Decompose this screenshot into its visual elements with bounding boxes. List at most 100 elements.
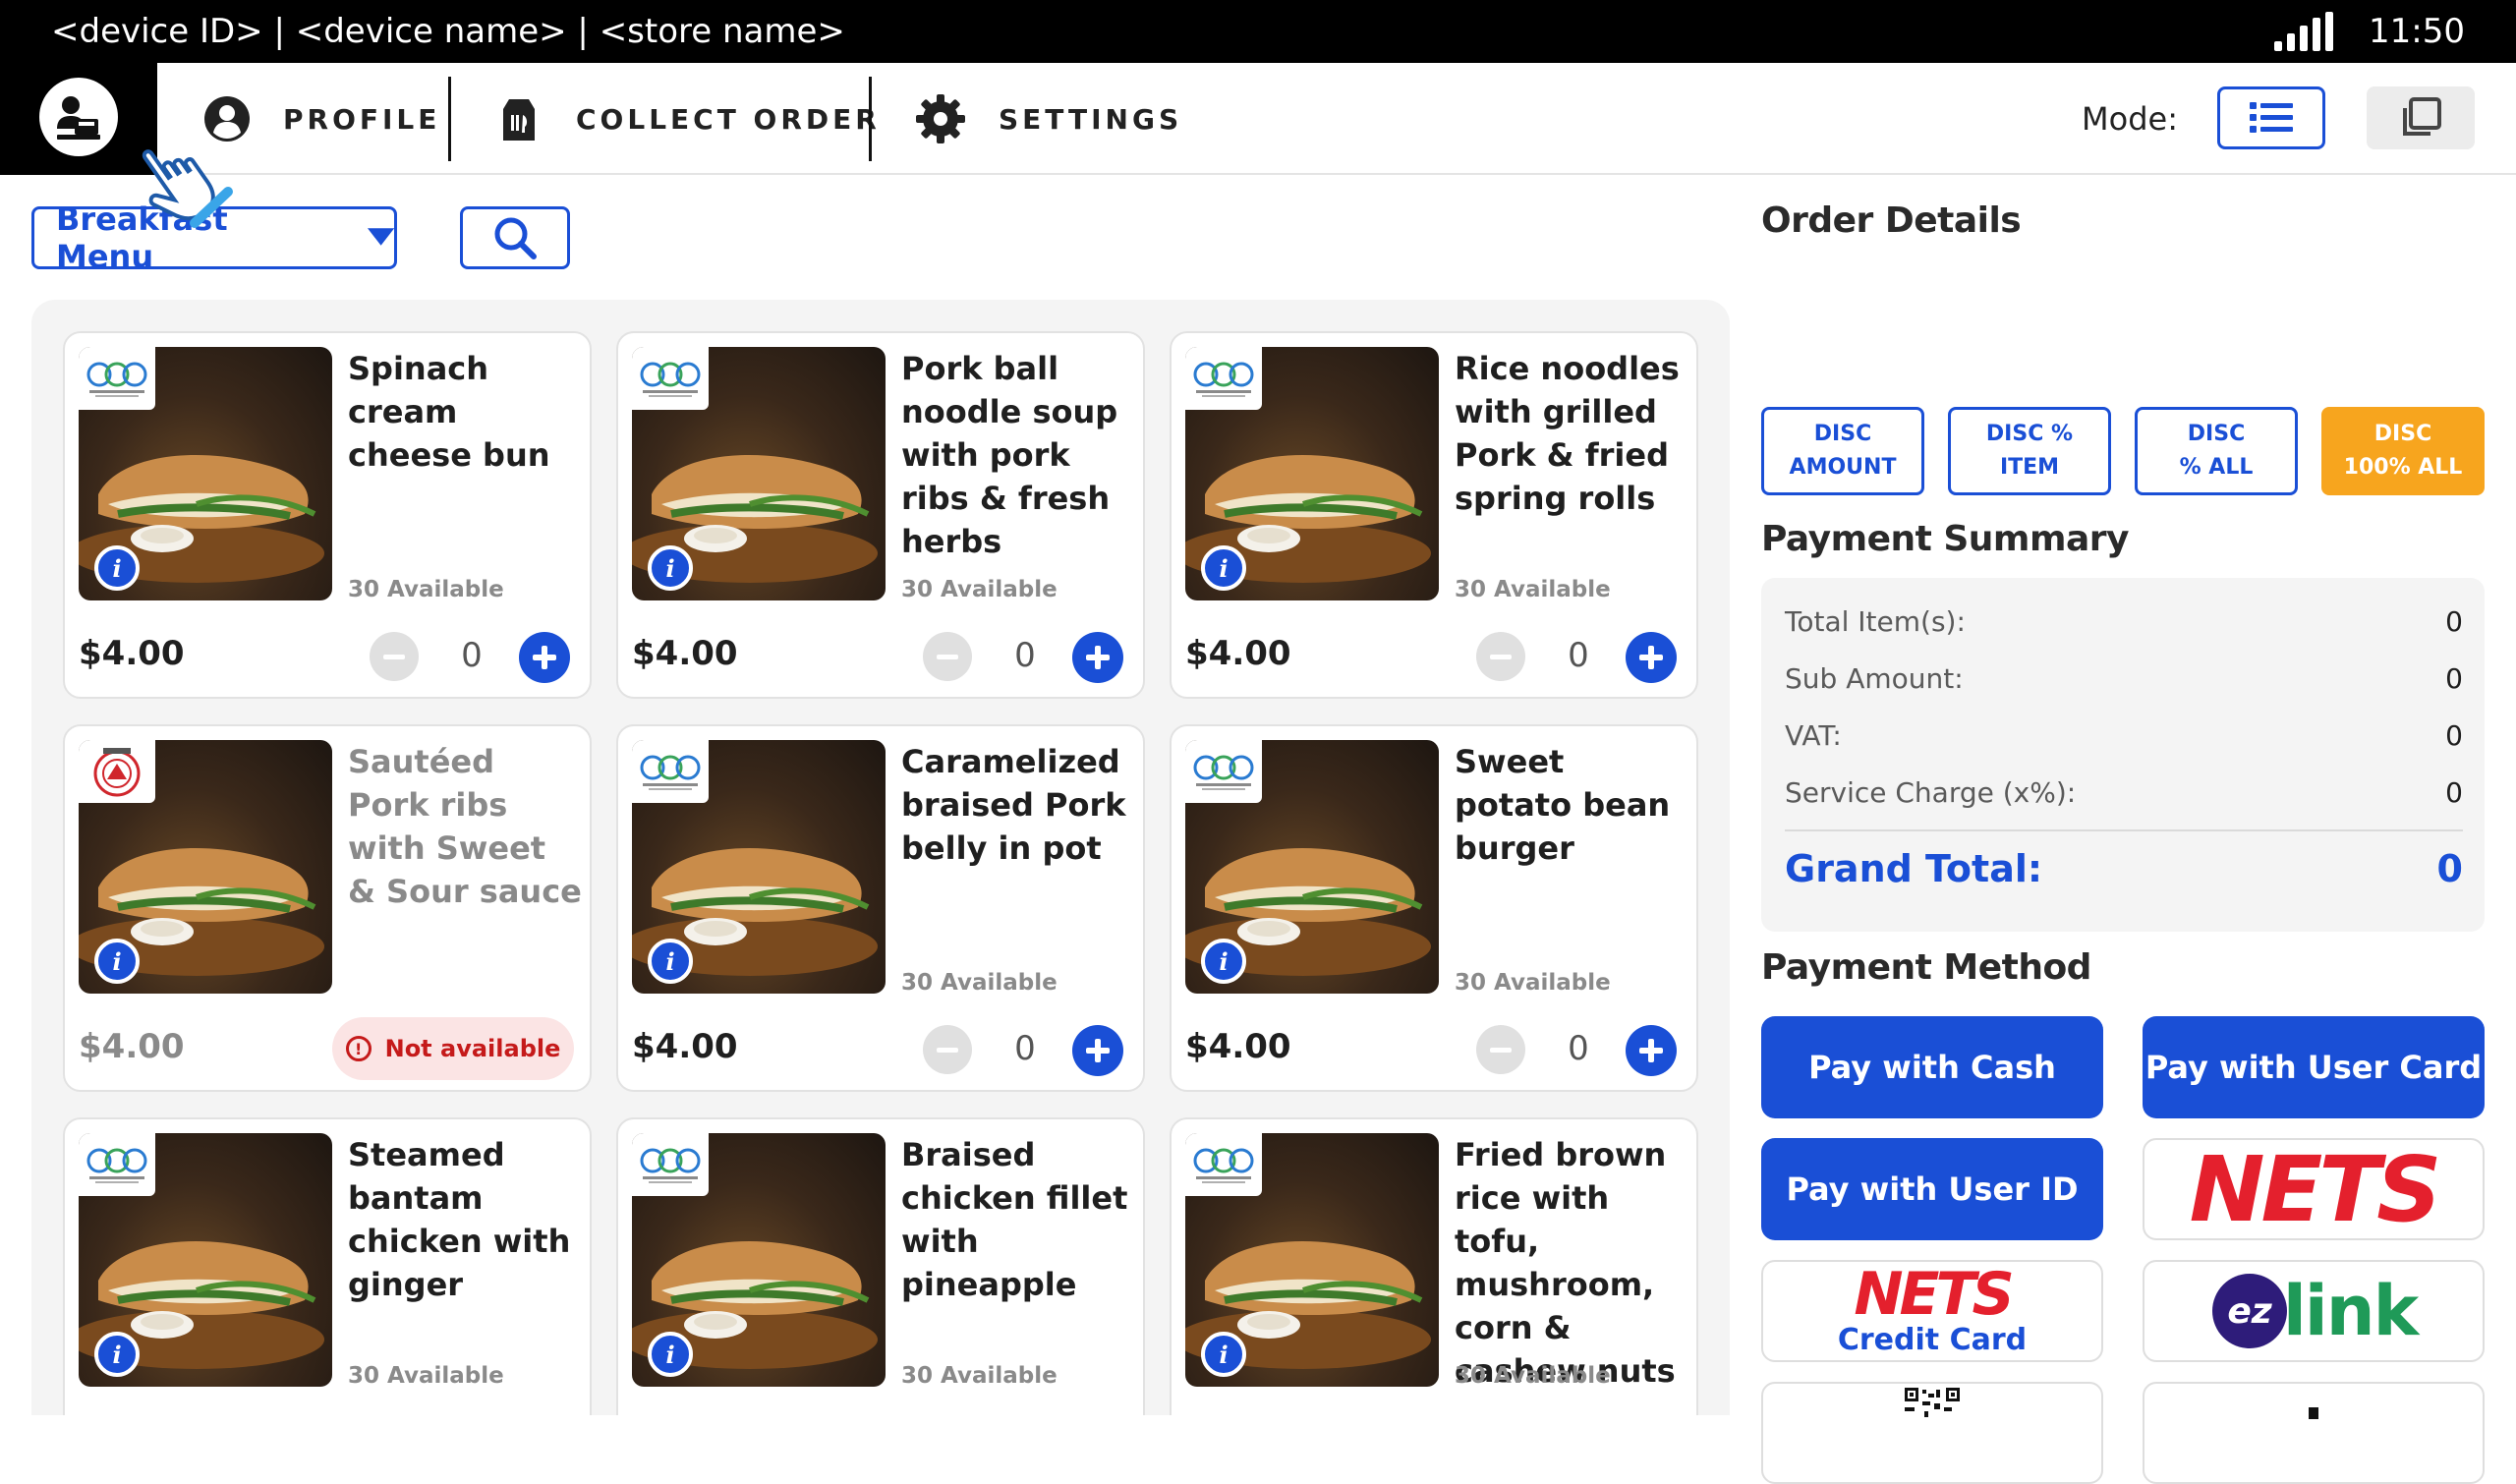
- mode-label: Mode:: [2082, 100, 2178, 138]
- list-view-icon: [2250, 102, 2293, 133]
- product-card[interactable]: i Braised chicken fillet with pineapple 30…: [616, 1117, 1145, 1415]
- pay-nets-button[interactable]: NETS: [2143, 1138, 2485, 1240]
- order-details-title: Order Details: [1761, 200, 2022, 241]
- pay-nets-credit-card-button[interactable]: NETS Credit Card: [1761, 1260, 2103, 1362]
- product-availability: 30 Available: [901, 1363, 1058, 1389]
- nets-logo: NETS: [2189, 1138, 2442, 1240]
- increase-quantity-button[interactable]: [1626, 1025, 1677, 1076]
- summary-value: 0: [2445, 605, 2463, 638]
- product-card[interactable]: i Rice noodles with grilled Pork & fried …: [1170, 331, 1698, 699]
- product-name: Braised chicken fillet with pineapple: [901, 1136, 1128, 1303]
- nav-collect-order[interactable]: COLLECT ORDER: [493, 63, 881, 175]
- summary-row-sub-amount: Sub Amount: 0: [1785, 662, 2463, 695]
- increase-quantity-button[interactable]: [519, 632, 570, 683]
- disc-amount-button[interactable]: DISC AMOUNT: [1761, 407, 1924, 495]
- info-icon[interactable]: i: [94, 939, 140, 984]
- status-indicators: 11:50: [2274, 12, 2465, 51]
- nav-settings-label: SETTINGS: [999, 102, 1183, 136]
- disc-percent-item-button[interactable]: DISC % ITEM: [1948, 407, 2111, 495]
- payment-summary-title: Payment Summary: [1761, 519, 2129, 559]
- increase-quantity-button[interactable]: [1072, 1025, 1123, 1076]
- decrease-quantity-button[interactable]: [1476, 632, 1525, 681]
- product-card[interactable]: i Sweet potato bean burger 30 Available $4.…: [1170, 724, 1698, 1092]
- nav-settings[interactable]: SETTINGS: [914, 63, 1182, 175]
- list-view-button[interactable]: [2217, 86, 2325, 149]
- store-logo: [86, 1148, 147, 1183]
- disc-label-line1: DISC: [2187, 422, 2246, 446]
- nav-profile[interactable]: PROFILE: [202, 63, 440, 175]
- decrease-quantity-button[interactable]: [1476, 1025, 1525, 1074]
- disc-label-line2: 100% ALL: [2343, 455, 2463, 480]
- nav-profile-label: PROFILE: [283, 102, 441, 136]
- increase-quantity-button[interactable]: [1626, 632, 1677, 683]
- summary-row-vat: VAT: 0: [1785, 719, 2463, 752]
- pay-qr-button[interactable]: [1761, 1382, 2103, 1484]
- cashier-icon: [57, 96, 100, 140]
- product-price: $4.00: [1185, 1027, 1291, 1066]
- nav-divider: [448, 77, 451, 161]
- info-icon[interactable]: i: [1201, 545, 1246, 591]
- info-icon[interactable]: i: [94, 1332, 140, 1377]
- search-icon: [494, 217, 537, 259]
- summary-value: 0: [2445, 662, 2463, 695]
- pay-user-card-button[interactable]: Pay with User Card: [2143, 1016, 2485, 1118]
- info-icon[interactable]: i: [1201, 939, 1246, 984]
- grand-total-label: Grand Total:: [1785, 847, 2043, 890]
- store-logo: [1193, 362, 1254, 397]
- product-image[interactable]: i: [1185, 347, 1439, 600]
- pay-cash-button[interactable]: Pay with Cash: [1761, 1016, 2103, 1118]
- product-image[interactable]: i: [1185, 1133, 1439, 1387]
- top-navigation: PROFILE COLLECT ORDER SETTINGS Mode:: [0, 63, 2516, 175]
- info-icon[interactable]: i: [648, 1332, 693, 1377]
- ezlink-logo: ez link: [2210, 1271, 2419, 1351]
- pay-user-id-button[interactable]: Pay with User ID: [1761, 1138, 2103, 1240]
- product-availability: 30 Available: [1455, 577, 1611, 602]
- decrease-quantity-button[interactable]: [923, 632, 972, 681]
- product-logo: [1185, 1133, 1262, 1196]
- product-image[interactable]: i: [79, 347, 332, 600]
- signal-icon: [2274, 12, 2334, 51]
- product-image[interactable]: i: [79, 740, 332, 994]
- summary-label: Total Item(s):: [1785, 605, 1966, 638]
- nav-divider: [869, 77, 872, 161]
- info-icon[interactable]: i: [94, 545, 140, 591]
- cashier-button[interactable]: [39, 78, 118, 156]
- product-logo: [632, 740, 709, 803]
- decrease-quantity-button[interactable]: [923, 1025, 972, 1074]
- product-image[interactable]: i: [79, 1133, 332, 1387]
- product-card[interactable]: i Pork ball noodle soup with pork ribs & …: [616, 331, 1145, 699]
- product-card[interactable]: i Sautéed Pork ribs with Sweet & Sour sau…: [63, 724, 592, 1092]
- product-card[interactable]: i Fried brown rice with tofu, mushroom, c…: [1170, 1117, 1698, 1415]
- product-availability: 30 Available: [1455, 970, 1611, 996]
- pay-ezlink-button[interactable]: ez link: [2143, 1260, 2485, 1362]
- product-name: Sweet potato bean burger: [1455, 743, 1671, 867]
- product-quantity: 0: [1568, 1029, 1589, 1068]
- grid-view-button[interactable]: [2367, 86, 2475, 149]
- info-icon[interactable]: i: [648, 939, 693, 984]
- product-image[interactable]: i: [632, 1133, 886, 1387]
- disc-100-all-button[interactable]: DISC 100% ALL: [2321, 407, 2485, 495]
- info-icon[interactable]: i: [1201, 1332, 1246, 1377]
- product-grid: i Spinach cream cheese bun 30 Available $4.…: [31, 300, 1730, 1415]
- product-card[interactable]: i Steamed bantam chicken with ginger 30 Av…: [63, 1117, 592, 1415]
- info-icon[interactable]: i: [648, 545, 693, 591]
- product-image[interactable]: i: [1185, 740, 1439, 994]
- grid-view-icon: [2403, 97, 2441, 136]
- search-button[interactable]: [460, 206, 570, 269]
- store-logo: [1193, 755, 1254, 790]
- product-availability: 30 Available: [348, 1363, 504, 1389]
- product-quantity: 0: [1014, 1029, 1036, 1068]
- pay-other-button[interactable]: [2143, 1382, 2485, 1484]
- product-card[interactable]: i Caramelized braised Pork belly in pot 30…: [616, 724, 1145, 1092]
- product-name: Fried brown rice with tofu, mushroom, co…: [1455, 1136, 1676, 1390]
- increase-quantity-button[interactable]: [1072, 632, 1123, 683]
- plus-icon: [1086, 1039, 1110, 1062]
- store-logo: [640, 755, 701, 790]
- product-card[interactable]: i Spinach cream cheese bun 30 Available $4.…: [63, 331, 592, 699]
- product-image[interactable]: i: [632, 347, 886, 600]
- decrease-quantity-button[interactable]: [370, 632, 419, 681]
- disc-percent-all-button[interactable]: DISC % ALL: [2135, 407, 2298, 495]
- disc-label-line2: % ALL: [2179, 455, 2254, 480]
- food-bag-icon: [503, 99, 535, 141]
- product-image[interactable]: i: [632, 740, 886, 994]
